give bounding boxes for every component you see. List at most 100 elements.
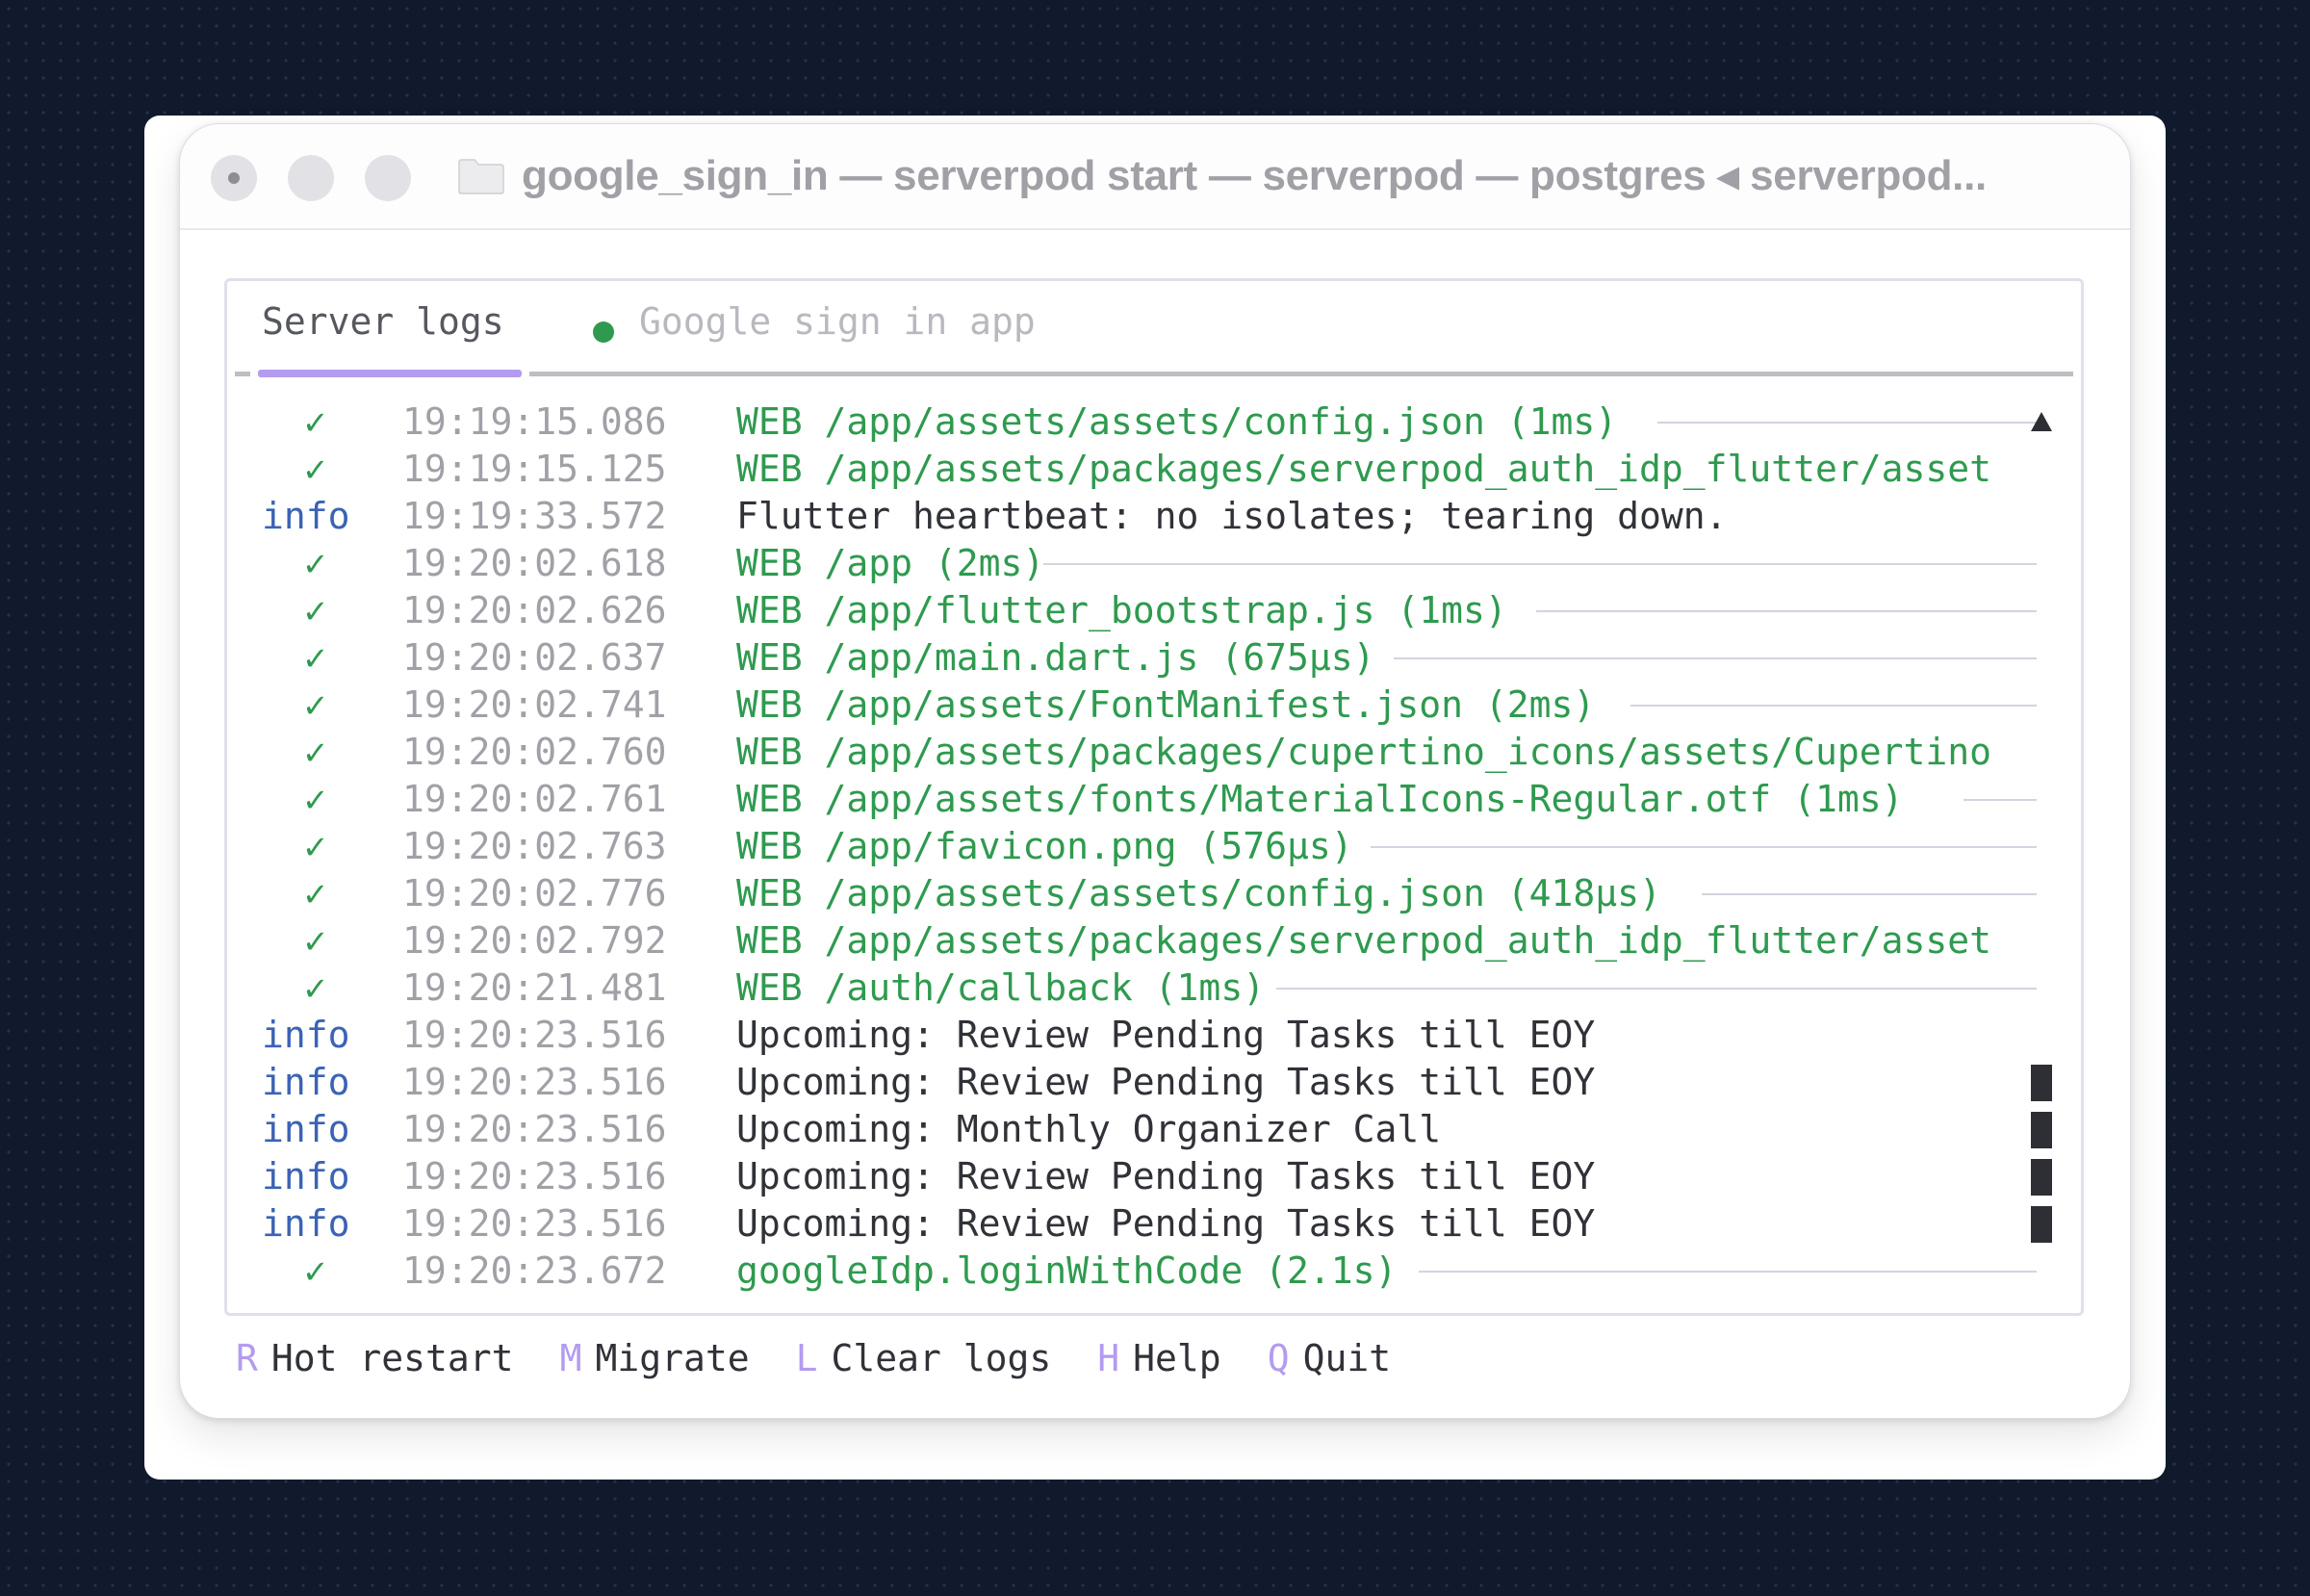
log-message: WEB /app/assets/packages/serverpod_auth_… bbox=[736, 919, 1992, 962]
log-row: ✓ 19:20:23.672 googleIdp.loginWithCode (… bbox=[262, 1248, 2052, 1295]
log-timestamp: 19:20:23.672 bbox=[402, 1249, 667, 1292]
success-check-icon: ✓ bbox=[304, 636, 326, 679]
log-rule bbox=[1419, 1271, 2037, 1273]
log-timestamp: 19:19:33.572 bbox=[402, 495, 667, 537]
scrollbar-thumb[interactable] bbox=[2031, 1112, 2052, 1148]
log-message: Upcoming: Review Pending Tasks till EOY bbox=[736, 1202, 1596, 1245]
success-check-icon: ✓ bbox=[304, 448, 326, 490]
log-message: googleIdp.loginWithCode (2.1s) bbox=[736, 1249, 1398, 1292]
maximize-window-button[interactable] bbox=[365, 155, 411, 201]
terminal-window: google_sign_in — serverpod start — serve… bbox=[179, 123, 2131, 1419]
close-window-button[interactable] bbox=[211, 155, 257, 201]
status-dot-icon bbox=[593, 322, 614, 343]
log-message: WEB /app/assets/assets/config.json (418µ… bbox=[736, 872, 1661, 914]
success-check-icon: ✓ bbox=[304, 919, 326, 962]
log-list[interactable]: ✓ 19:19:15.086 WEB /app/assets/assets/co… bbox=[262, 399, 2052, 1295]
shortcut-hot-restart[interactable]: Hot restart bbox=[271, 1337, 514, 1379]
log-level-info: info bbox=[262, 1014, 350, 1056]
tab-server-logs[interactable]: Server logs bbox=[262, 300, 504, 343]
log-rule bbox=[1702, 893, 2037, 895]
shortcut-key-hot-restart[interactable]: R bbox=[236, 1337, 258, 1379]
log-timestamp: 19:20:23.516 bbox=[402, 1155, 667, 1197]
minimize-window-button[interactable] bbox=[288, 155, 334, 201]
scroll-up-arrow-icon[interactable] bbox=[2031, 412, 2052, 431]
log-row: info 19:20:23.516 Upcoming: Review Pendi… bbox=[262, 1059, 2052, 1106]
shortcut-help[interactable]: Help bbox=[1133, 1337, 1221, 1379]
log-timestamp: 19:20:02.741 bbox=[402, 683, 667, 726]
success-check-icon: ✓ bbox=[304, 1249, 326, 1292]
log-timestamp: 19:20:02.761 bbox=[402, 778, 667, 820]
log-rule bbox=[1536, 610, 2037, 612]
log-row: ✓ 19:19:15.125 WEB /app/assets/packages/… bbox=[262, 446, 2052, 493]
log-timestamp: 19:20:23.516 bbox=[402, 1202, 667, 1245]
shortcut-key-clear-logs[interactable]: L bbox=[796, 1337, 818, 1379]
log-level-info: info bbox=[262, 1061, 350, 1103]
log-row: info 19:20:23.516 Upcoming: Monthly Orga… bbox=[262, 1106, 2052, 1153]
scrollbar-thumb[interactable] bbox=[2031, 1159, 2052, 1196]
tab-bar: Server logs Google sign in app bbox=[227, 281, 2081, 387]
shortcut-migrate[interactable]: Migrate bbox=[595, 1337, 749, 1379]
success-check-icon: ✓ bbox=[304, 683, 326, 726]
log-level-info: info bbox=[262, 1202, 350, 1245]
log-message: WEB /app/assets/FontManifest.json (2ms) bbox=[736, 683, 1596, 726]
folder-icon bbox=[458, 159, 504, 194]
log-row: info 19:20:23.516 Upcoming: Review Pendi… bbox=[262, 1012, 2052, 1059]
log-rule bbox=[1964, 799, 2037, 801]
log-row: ✓ 19:20:02.776 WEB /app/assets/assets/co… bbox=[262, 870, 2052, 917]
log-row: info 19:20:23.516 Upcoming: Review Pendi… bbox=[262, 1200, 2052, 1248]
log-message: WEB /app/main.dart.js (675µs) bbox=[736, 636, 1375, 679]
success-check-icon: ✓ bbox=[304, 731, 326, 773]
log-level-info: info bbox=[262, 495, 350, 537]
log-timestamp: 19:19:15.086 bbox=[402, 400, 667, 443]
log-rule bbox=[1394, 657, 2037, 659]
tab-divider bbox=[235, 372, 250, 376]
shortcut-key-quit[interactable]: Q bbox=[1268, 1337, 1290, 1379]
log-message: Upcoming: Review Pending Tasks till EOY bbox=[736, 1155, 1596, 1197]
log-timestamp: 19:20:23.516 bbox=[402, 1061, 667, 1103]
log-rule bbox=[1276, 988, 2037, 990]
success-check-icon: ✓ bbox=[304, 589, 326, 631]
keyboard-shortcuts-bar: R Hot restart M Migrate L Clear logs H Help Q Qui… bbox=[236, 1337, 1437, 1379]
log-row: info 19:20:23.516 Upcoming: Review Pendi… bbox=[262, 1153, 2052, 1200]
shortcut-quit[interactable]: Quit bbox=[1303, 1337, 1392, 1379]
log-message: WEB /app (2ms) bbox=[736, 542, 1045, 584]
log-rule bbox=[1657, 422, 2037, 424]
success-check-icon: ✓ bbox=[304, 400, 326, 443]
log-row: ✓ 19:20:02.741 WEB /app/assets/FontManif… bbox=[262, 682, 2052, 729]
log-row: ✓ 19:20:02.760 WEB /app/assets/packages/… bbox=[262, 729, 2052, 776]
shortcut-key-help[interactable]: H bbox=[1097, 1337, 1119, 1379]
success-check-icon: ✓ bbox=[304, 542, 326, 584]
log-level-info: info bbox=[262, 1155, 350, 1197]
tab-divider bbox=[529, 372, 2073, 376]
log-timestamp: 19:20:02.792 bbox=[402, 919, 667, 962]
tab-google-sign-in-app[interactable]: Google sign in app bbox=[639, 300, 1036, 343]
log-timestamp: 19:20:23.516 bbox=[402, 1108, 667, 1150]
log-message: Upcoming: Review Pending Tasks till EOY bbox=[736, 1061, 1596, 1103]
success-check-icon: ✓ bbox=[304, 825, 326, 867]
title-bar[interactable]: google_sign_in — serverpod start — serve… bbox=[180, 124, 2130, 230]
log-row: ✓ 19:19:15.086 WEB /app/assets/assets/co… bbox=[262, 399, 2052, 446]
scrollbar-thumb[interactable] bbox=[2031, 1065, 2052, 1101]
shortcut-clear-logs[interactable]: Clear logs bbox=[832, 1337, 1052, 1379]
log-timestamp: 19:20:02.763 bbox=[402, 825, 667, 867]
log-message: WEB /app/assets/assets/config.json (1ms) bbox=[736, 400, 1618, 443]
success-check-icon: ✓ bbox=[304, 872, 326, 914]
log-timestamp: 19:20:02.776 bbox=[402, 872, 667, 914]
log-timestamp: 19:20:23.516 bbox=[402, 1014, 667, 1056]
log-message: WEB /app/flutter_bootstrap.js (1ms) bbox=[736, 589, 1507, 631]
success-check-icon: ✓ bbox=[304, 966, 326, 1009]
log-message: WEB /app/favicon.png (576µs) bbox=[736, 825, 1353, 867]
log-message: WEB /app/assets/fonts/MaterialIcons-Regu… bbox=[736, 778, 1904, 820]
log-timestamp: 19:20:02.637 bbox=[402, 636, 667, 679]
log-row: ✓ 19:20:02.761 WEB /app/assets/fonts/Mat… bbox=[262, 776, 2052, 823]
log-level-info: info bbox=[262, 1108, 350, 1150]
window-title: google_sign_in — serverpod start — serve… bbox=[522, 152, 1987, 199]
log-message: Upcoming: Monthly Organizer Call bbox=[736, 1108, 1442, 1150]
log-rule bbox=[1630, 705, 2037, 707]
log-message: WEB /app/assets/packages/serverpod_auth_… bbox=[736, 448, 1992, 490]
log-message: Upcoming: Review Pending Tasks till EOY bbox=[736, 1014, 1596, 1056]
log-message: Flutter heartbeat: no isolates; tearing … bbox=[736, 495, 1728, 537]
scrollbar-thumb[interactable] bbox=[2031, 1206, 2052, 1243]
shortcut-key-migrate[interactable]: M bbox=[560, 1337, 582, 1379]
log-row: ✓ 19:20:02.618 WEB /app (2ms) bbox=[262, 540, 2052, 587]
